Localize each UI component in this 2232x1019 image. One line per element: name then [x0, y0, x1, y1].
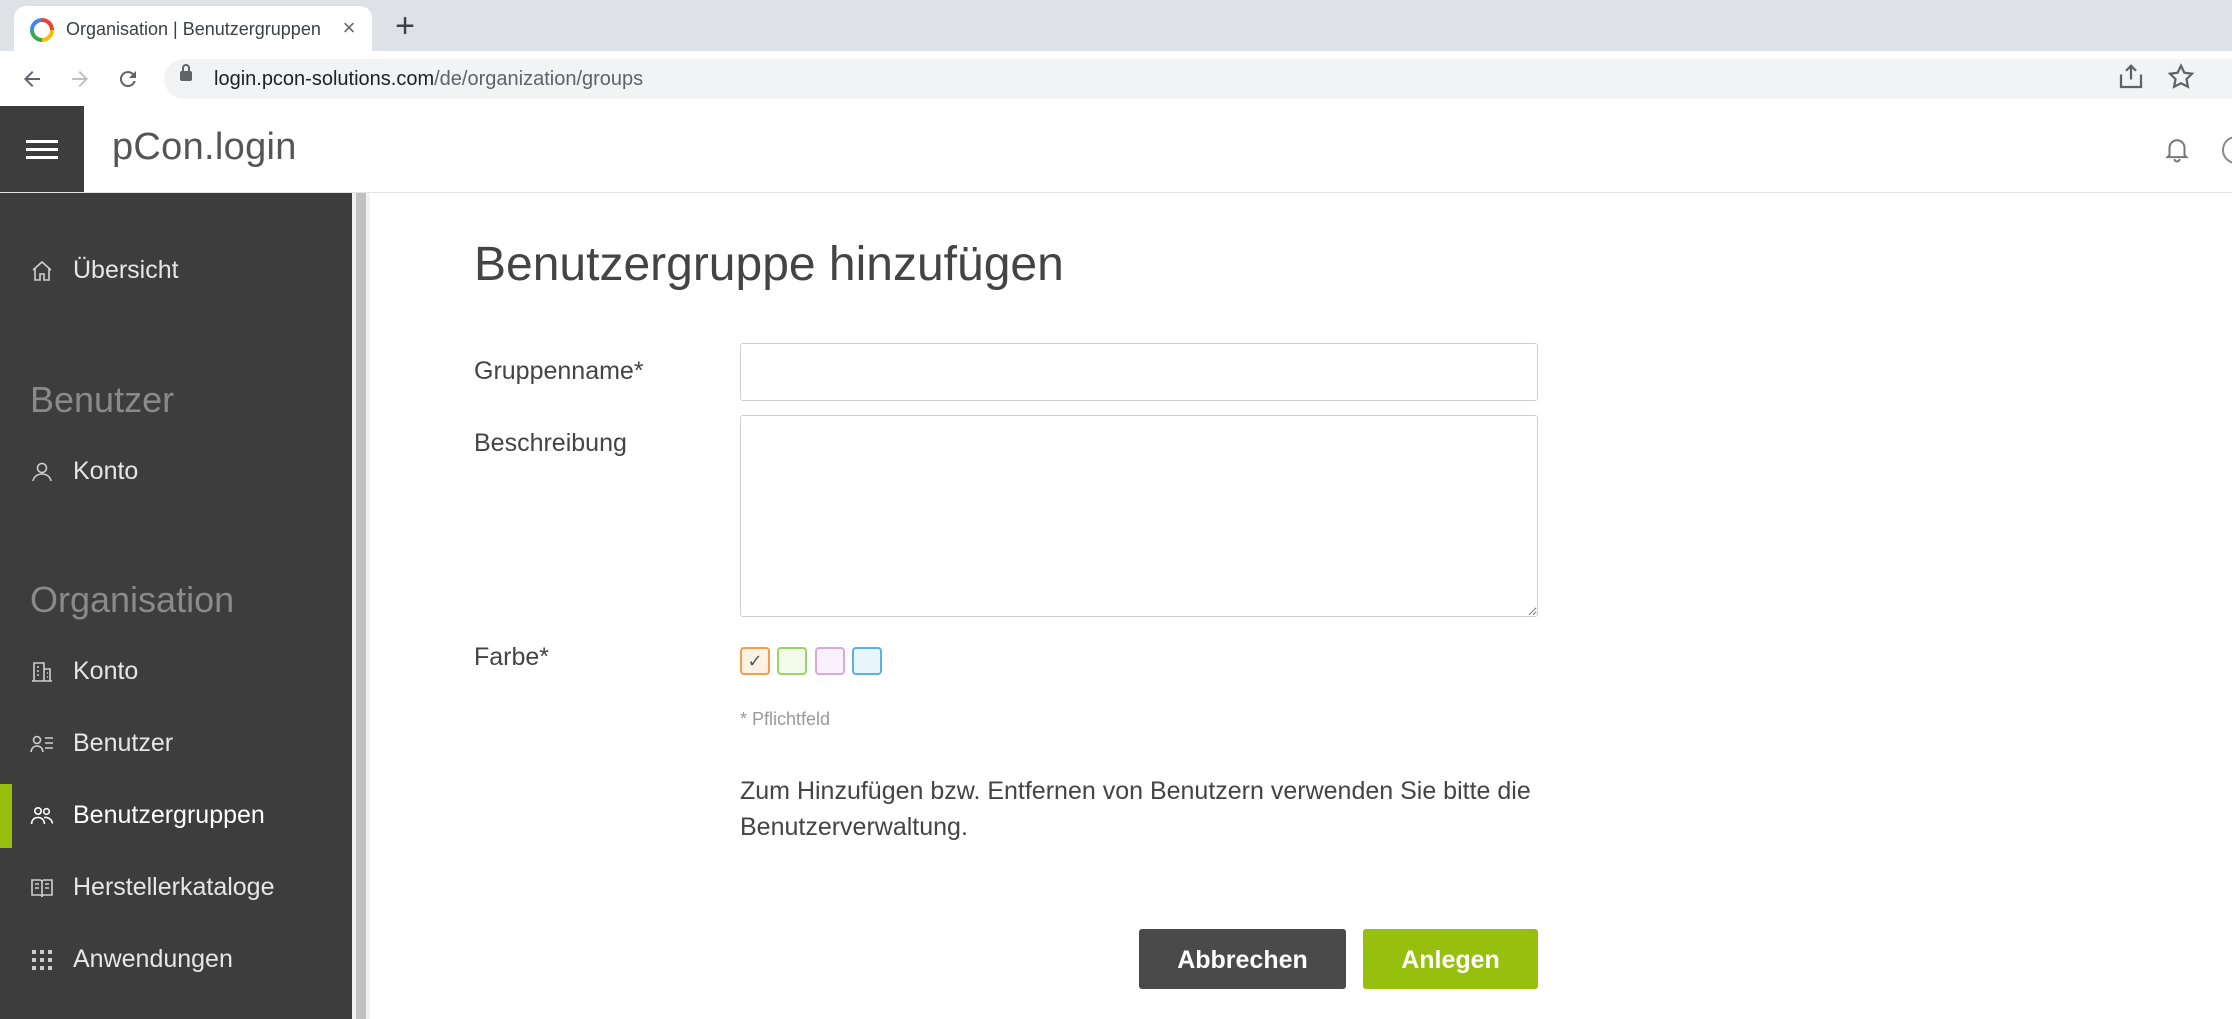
person-icon — [30, 460, 54, 484]
browser-tabstrip: Organisation | Benutzergruppen × + — [0, 0, 2232, 51]
group-name-input[interactable] — [740, 343, 1538, 401]
app-title: pCon.login — [112, 126, 297, 168]
sidebar-item-manufacturer-catalogs[interactable]: Herstellerkataloge — [0, 856, 352, 920]
sidebar-section-user: Benutzer — [30, 379, 175, 420]
color-swatch-orange[interactable]: ✓ — [740, 647, 770, 675]
reload-icon — [119, 71, 136, 88]
home-icon — [30, 259, 54, 283]
sidebar-item-label: Herstellerkataloge — [73, 873, 275, 901]
sidebar-item-user-groups[interactable]: Benutzergruppen — [0, 784, 352, 848]
color-swatch-blue[interactable] — [852, 647, 882, 675]
sidebar-item-label: Benutzergruppen — [73, 801, 265, 829]
sidebar-item-label: Anwendungen — [73, 945, 233, 973]
address-bar[interactable]: login.pcon-solutions.com/de/organization… — [164, 59, 2232, 99]
sidebar-item-label: Übersicht — [73, 256, 179, 284]
sidebar-item-label: Konto — [73, 657, 139, 685]
color-swatch-purple[interactable] — [815, 647, 845, 675]
sidebar-item-org-account[interactable]: Konto — [0, 640, 352, 704]
group-name-label: Gruppenname* — [474, 357, 644, 385]
group-icon — [30, 804, 54, 828]
share-icon[interactable] — [2116, 62, 2148, 94]
required-field-note: * Pflichtfeld — [740, 709, 831, 729]
color-swatch-green[interactable] — [777, 647, 807, 675]
info-text: Zum Hinzufügen bzw. Entfernen von Benutz… — [740, 777, 1531, 841]
sidebar-item-user-account[interactable]: Konto — [0, 440, 352, 504]
url-text: login.pcon-solutions.com/de/organization… — [214, 68, 644, 90]
back-arrow-icon — [24, 71, 40, 87]
bookmark-star-icon[interactable] — [2166, 62, 2198, 94]
cancel-button[interactable]: Abbrechen — [1139, 929, 1346, 989]
back-button[interactable] — [14, 61, 50, 97]
browser-tab[interactable]: Organisation | Benutzergruppen × — [14, 6, 372, 51]
notification-bell-icon[interactable] — [2162, 134, 2192, 164]
active-indicator — [0, 784, 12, 848]
sidebar-item-applications[interactable]: Anwendungen — [0, 928, 352, 992]
forward-button[interactable] — [62, 61, 98, 97]
main-content: Benutzergruppe hinzufügen Gruppenname* B… — [370, 193, 2232, 1019]
tab-title: Organisation | Benutzergruppen — [66, 19, 321, 39]
sidebar-section-organisation: Organisation — [30, 579, 235, 620]
sidebar-item-overview[interactable]: Übersicht — [0, 239, 352, 303]
apps-grid-icon — [30, 948, 54, 972]
sidebar: Übersicht Benutzer Konto Organisation Ko… — [0, 193, 370, 1019]
sidebar-scrollbar-thumb[interactable] — [356, 193, 366, 1019]
catalog-icon — [30, 876, 54, 900]
create-button[interactable]: Anlegen — [1363, 929, 1538, 989]
hamburger-icon — [26, 140, 58, 143]
sidebar-item-label: Benutzer — [73, 729, 174, 757]
description-label: Beschreibung — [474, 429, 627, 457]
new-tab-button[interactable]: + — [388, 9, 422, 44]
profile-icon[interactable] — [2222, 136, 2232, 164]
reload-button[interactable] — [110, 61, 146, 97]
sidebar-item-org-users[interactable]: Benutzer — [0, 712, 352, 776]
sidebar-item-label: Konto — [73, 457, 139, 485]
hamburger-menu-button[interactable] — [0, 106, 84, 192]
app-header: pCon.login — [0, 106, 2232, 193]
building-icon — [30, 660, 54, 684]
tab-close-icon[interactable]: × — [336, 15, 362, 41]
browser-toolbar: login.pcon-solutions.com/de/organization… — [0, 51, 2232, 107]
page-title: Benutzergruppe hinzufügen — [474, 238, 1064, 291]
description-textarea[interactable] — [740, 415, 1538, 617]
color-label: Farbe* — [474, 643, 550, 671]
lock-icon — [180, 64, 192, 81]
site-favicon-icon — [30, 18, 54, 42]
user-list-icon — [30, 732, 54, 756]
forward-arrow-icon — [72, 71, 88, 87]
